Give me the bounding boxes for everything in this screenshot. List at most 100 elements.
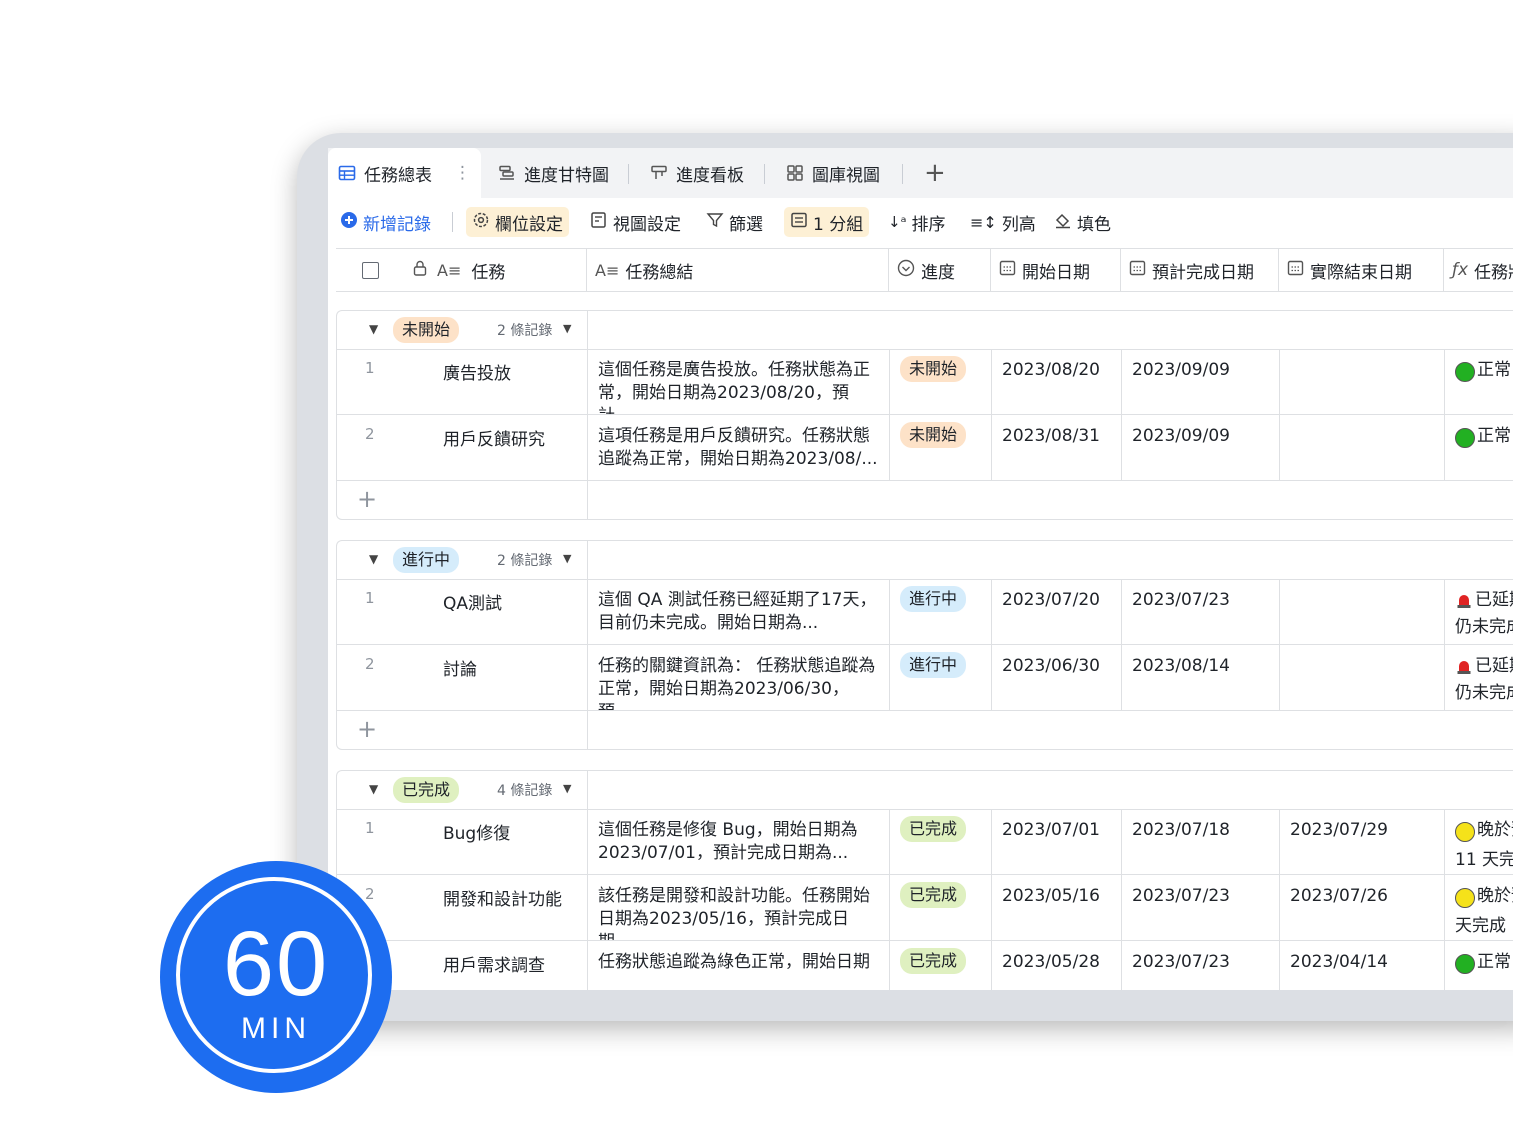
start-date-cell[interactable]: 2023/08/20 — [991, 349, 1121, 414]
header-progress[interactable]: 進度 — [888, 249, 990, 291]
collapse-caret-icon[interactable]: ▼ — [369, 322, 378, 336]
group-header[interactable]: ▼ 已完成 4 條記錄 ▼ — [337, 771, 1513, 810]
collapse-caret-icon[interactable]: ▼ — [369, 782, 378, 796]
row-height-button[interactable]: ≡↕ 列高 — [964, 207, 1042, 237]
group-header[interactable]: ▼ 進行中 2 條記錄 ▼ — [337, 541, 1513, 580]
actual-end-cell[interactable] — [1279, 645, 1444, 710]
status-cell[interactable]: 已延期仍未完成 — [1444, 645, 1513, 710]
planned-end-cell[interactable]: 2023/07/23 — [1121, 579, 1279, 644]
task-name[interactable]: 廣告投放 — [443, 359, 511, 384]
status-cell[interactable]: 晚於預計天完成 — [1444, 875, 1513, 940]
view-settings-button[interactable]: 視圖設定 — [584, 207, 687, 237]
new-record-button[interactable]: 新增記錄 — [334, 207, 437, 237]
status-detail: 仍未完成 — [1455, 683, 1513, 703]
header-task[interactable]: A≡ 任務 — [336, 249, 586, 291]
group-menu-caret-icon[interactable]: ▼ — [563, 552, 571, 565]
task-name[interactable]: Bug修復 — [443, 819, 510, 844]
add-view-button[interactable]: + — [924, 148, 946, 198]
tab-gantt[interactable]: 進度甘特圖 — [498, 148, 609, 198]
summary-text: 這個任務是修復 Bug，開始日期為2023/07/01，預計完成日期為... — [598, 820, 858, 863]
header-actual-end[interactable]: 實際結束日期 — [1278, 249, 1443, 291]
planned-end-cell[interactable]: 2023/07/23 — [1121, 875, 1279, 940]
task-name[interactable]: 用戶反饋研究 — [443, 425, 545, 450]
tab-gallery[interactable]: 圖庫視圖 — [786, 148, 880, 198]
group-header[interactable]: ▼ 未開始 2 條記錄 ▼ — [337, 311, 1513, 350]
header-start-date[interactable]: 開始日期 — [990, 249, 1120, 291]
status-cell[interactable]: 正常 — [1444, 415, 1513, 480]
start-date-cell[interactable]: 2023/06/30 — [991, 645, 1121, 710]
select-all-checkbox[interactable] — [362, 261, 379, 279]
status-cell[interactable]: 正常 — [1444, 349, 1513, 414]
actual-end-cell[interactable]: 2023/04/14 — [1279, 941, 1444, 990]
new-record-label: 新增記錄 — [363, 214, 431, 235]
task-name[interactable]: 用戶需求調查 — [443, 951, 545, 976]
table-row[interactable]: 2 開發和設計功能 該任務是開發和設計功能。任務開始日期為2023/05/16，預計… — [337, 875, 1513, 941]
progress-cell[interactable]: 已完成 — [889, 875, 991, 940]
progress-cell[interactable]: 未開始 — [889, 415, 991, 480]
tab-task-table[interactable]: 任務總表 ⋮ — [328, 148, 481, 198]
start-date-cell[interactable]: 2023/05/16 — [991, 875, 1121, 940]
table-row[interactable]: 2 討論 任務的關鍵資訊為： 任務狀態追蹤為正常，開始日期為2023/06/30，預… — [337, 645, 1513, 711]
tab-kanban[interactable]: 進度看板 — [650, 148, 744, 198]
table-row[interactable]: 1 廣告投放 這個任務是廣告投放。任務狀態為正常，開始日期為2023/08/20，預… — [337, 349, 1513, 415]
field-settings-button[interactable]: 欄位設定 — [466, 207, 569, 237]
collapse-caret-icon[interactable]: ▼ — [369, 552, 378, 566]
group-menu-caret-icon[interactable]: ▼ — [563, 322, 571, 335]
task-name[interactable]: 討論 — [443, 655, 477, 680]
status-cell[interactable]: 正常 — [1444, 941, 1513, 990]
planned-end-date: 2023/09/09 — [1132, 360, 1230, 380]
header-summary[interactable]: A≡ 任務總結 — [586, 249, 888, 291]
actual-end-date: 2023/04/14 — [1290, 952, 1388, 972]
add-row-plus-icon[interactable]: + — [357, 715, 377, 743]
progress-cell[interactable]: 已完成 — [889, 809, 991, 874]
actual-end-cell[interactable] — [1279, 415, 1444, 480]
summary-cell[interactable]: 這個任務是修復 Bug，開始日期為2023/07/01，預計完成日期為... — [587, 809, 889, 874]
fill-color-button[interactable]: 填色 — [1048, 207, 1117, 237]
summary-cell[interactable]: 這個任務是廣告投放。任務狀態為正常，開始日期為2023/08/20，預計... — [587, 349, 889, 414]
record-group: ▼ 進行中 2 條記錄 ▼ 1 QA測試 這個 QA 測試任務已經延期了17天，目前仍未完成… — [336, 540, 1513, 750]
add-row[interactable]: + — [337, 711, 1513, 749]
group-menu-caret-icon[interactable]: ▼ — [563, 782, 571, 795]
planned-end-cell[interactable]: 2023/09/09 — [1121, 349, 1279, 414]
tab-divider — [902, 164, 903, 184]
summary-cell[interactable]: 該任務是開發和設計功能。任務開始日期為2023/05/16，預計完成日期... — [587, 875, 889, 940]
tab-more-icon[interactable]: ⋮ — [454, 163, 471, 183]
planned-end-cell[interactable]: 2023/08/14 — [1121, 645, 1279, 710]
start-date-cell[interactable]: 2023/05/28 — [991, 941, 1121, 990]
progress-cell[interactable]: 進行中 — [889, 645, 991, 710]
start-date-cell[interactable]: 2023/07/20 — [991, 579, 1121, 644]
table-row[interactable]: 用戶需求調查 任務狀態追蹤為綠色正常，開始日期 已完成 2023/05/28 2023/… — [337, 941, 1513, 990]
progress-cell[interactable]: 未開始 — [889, 349, 991, 414]
summary-cell[interactable]: 這項任務是用戶反饋研究。任務狀態追蹤為正常，開始日期為2023/08/... — [587, 415, 889, 480]
summary-cell[interactable]: 這個 QA 測試任務已經延期了17天，目前仍未完成。開始日期為... — [587, 579, 889, 644]
actual-end-cell[interactable]: 2023/07/26 — [1279, 875, 1444, 940]
start-date-cell[interactable]: 2023/07/01 — [991, 809, 1121, 874]
group-button[interactable]: 1 分組 — [784, 207, 870, 237]
table-row[interactable]: 2 用戶反饋研究 這項任務是用戶反饋研究。任務狀態追蹤為正常，開始日期為2023/0… — [337, 415, 1513, 481]
toolbar-divider — [452, 212, 453, 232]
actual-end-cell[interactable]: 2023/07/29 — [1279, 809, 1444, 874]
table-row[interactable]: 1 QA測試 這個 QA 測試任務已經延期了17天，目前仍未完成。開始日期為... 進… — [337, 579, 1513, 645]
add-row[interactable]: + — [337, 481, 1513, 519]
summary-cell[interactable]: 任務狀態追蹤為綠色正常，開始日期 — [587, 941, 889, 990]
add-row-plus-icon[interactable]: + — [357, 485, 377, 513]
progress-cell[interactable]: 進行中 — [889, 579, 991, 644]
green-dot-icon — [1455, 359, 1475, 389]
start-date-cell[interactable]: 2023/08/31 — [991, 415, 1121, 480]
task-name[interactable]: 開發和設計功能 — [443, 885, 562, 910]
planned-end-cell[interactable]: 2023/07/23 — [1121, 941, 1279, 990]
summary-cell[interactable]: 任務的關鍵資訊為： 任務狀態追蹤為正常，開始日期為2023/06/30，預... — [587, 645, 889, 710]
actual-end-cell[interactable] — [1279, 349, 1444, 414]
progress-cell[interactable]: 已完成 — [889, 941, 991, 990]
actual-end-cell[interactable] — [1279, 579, 1444, 644]
planned-end-cell[interactable]: 2023/09/09 — [1121, 415, 1279, 480]
planned-end-cell[interactable]: 2023/07/18 — [1121, 809, 1279, 874]
table-row[interactable]: 1 Bug修復 這個任務是修復 Bug，開始日期為2023/07/01，預計完成日期… — [337, 809, 1513, 875]
header-planned-end[interactable]: 預計完成日期 — [1120, 249, 1278, 291]
status-cell[interactable]: 晚於預計 11 天完成 — [1444, 809, 1513, 874]
task-name[interactable]: QA測試 — [443, 589, 502, 614]
filter-button[interactable]: 篩選 — [700, 207, 769, 237]
header-status[interactable]: ƒx 任務狀 — [1443, 249, 1513, 291]
sort-button[interactable]: ↓ᵃ 排序 — [882, 207, 951, 237]
status-cell[interactable]: 已延期仍未完成 — [1444, 579, 1513, 644]
